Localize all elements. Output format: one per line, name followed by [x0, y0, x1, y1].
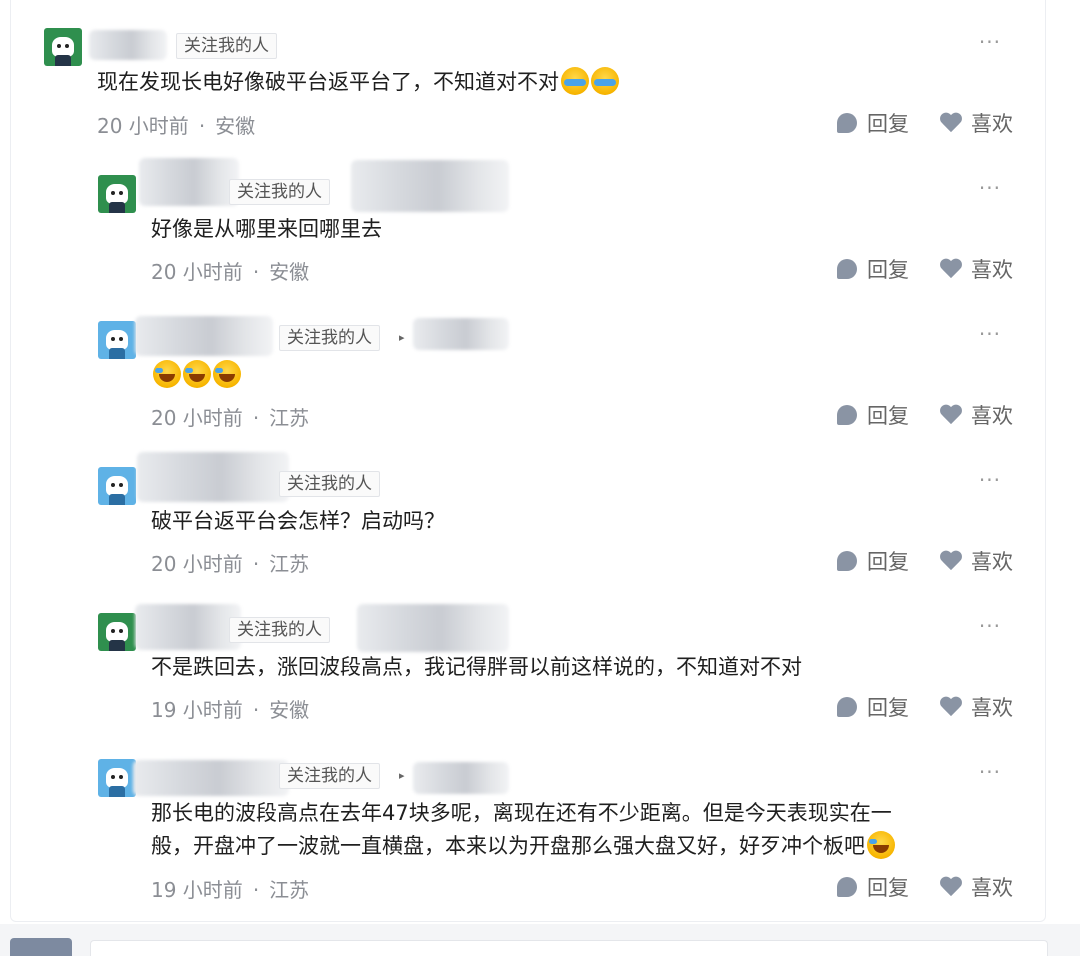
- like-button[interactable]: 喜欢: [939, 108, 1013, 138]
- tear-emoji: [591, 67, 619, 95]
- separator: ·: [252, 878, 260, 902]
- heart-icon: [939, 405, 963, 425]
- reply-button[interactable]: 回复: [837, 400, 909, 430]
- heart-icon: [939, 113, 963, 133]
- more-dots-icon[interactable]: ···: [979, 760, 1001, 784]
- separator: ·: [252, 552, 260, 576]
- like-button[interactable]: 喜欢: [939, 692, 1013, 722]
- follow-tag: 关注我的人: [229, 617, 330, 643]
- more-dots-icon[interactable]: ···: [979, 468, 1001, 492]
- comment-bubble-icon: [837, 405, 857, 425]
- avatar[interactable]: [98, 613, 136, 651]
- laugh-cry-emoji: [867, 831, 895, 859]
- location: 江苏: [269, 552, 310, 576]
- location: 安徽: [269, 260, 310, 284]
- location: 安徽: [215, 114, 256, 138]
- location: 江苏: [269, 406, 310, 430]
- comment-text: 破平台返平台会怎样？启动吗？: [151, 509, 445, 533]
- follow-tag: 关注我的人: [279, 763, 380, 789]
- comment-bubble-icon: [837, 877, 857, 897]
- comment-bubble-icon: [837, 551, 857, 571]
- comment-meta: 19 小时前 · 江苏: [151, 874, 309, 903]
- reply-target-redacted: [351, 160, 509, 212]
- reply-arrow-icon: ▸: [399, 331, 405, 344]
- reply-button[interactable]: 回复: [837, 108, 909, 138]
- comment-text: [151, 359, 241, 392]
- avatar[interactable]: [44, 28, 82, 66]
- comment-meta: 20 小时前 · 江苏: [151, 548, 309, 577]
- reply-button[interactable]: 回复: [837, 546, 909, 576]
- timestamp: 20 小时前: [151, 406, 243, 430]
- username-redacted: [135, 604, 241, 650]
- timestamp: 20 小时前: [151, 260, 243, 284]
- more-dots-icon[interactable]: ···: [979, 614, 1001, 638]
- username-redacted: [133, 760, 289, 796]
- timestamp: 19 小时前: [151, 878, 243, 902]
- reply-button[interactable]: 回复: [837, 692, 909, 722]
- like-button[interactable]: 喜欢: [939, 400, 1013, 430]
- avatar[interactable]: [98, 321, 136, 359]
- tear-emoji: [561, 67, 589, 95]
- like-button[interactable]: 喜欢: [939, 254, 1013, 284]
- reply-arrow-icon: ▸: [399, 769, 405, 782]
- comment-text-line2: 般，开盘冲了一波就一直横盘，本来以为开盘那么强大盘又好，好歹冲个板吧: [151, 830, 895, 863]
- heart-icon: [939, 697, 963, 717]
- more-dots-icon[interactable]: ···: [979, 30, 1001, 54]
- location: 安徽: [269, 698, 310, 722]
- more-dots-icon[interactable]: ···: [979, 176, 1001, 200]
- username-redacted: [139, 158, 239, 206]
- follow-tag: 关注我的人: [229, 179, 330, 205]
- comment-bubble-icon: [837, 259, 857, 279]
- comment-thread: 关注我的人 ··· 现在发现长电好像破平台返平台了，不知道对不对 20 小时前 ·…: [10, 0, 1046, 922]
- avatar[interactable]: [98, 759, 136, 797]
- avatar[interactable]: [98, 175, 136, 213]
- comment-bubble-icon: [837, 697, 857, 717]
- separator: ·: [252, 406, 260, 430]
- comment-meta: 20 小时前 · 江苏: [151, 402, 309, 431]
- reply-button[interactable]: 回复: [837, 872, 909, 902]
- comment-text: 好像是从哪里来回哪里去: [151, 217, 382, 241]
- reply-button[interactable]: 回复: [837, 254, 909, 284]
- username-redacted: [135, 316, 273, 356]
- reply-target-redacted: [357, 604, 509, 652]
- heart-icon: [939, 877, 963, 897]
- timestamp: 20 小时前: [97, 114, 189, 138]
- laugh-cry-emoji: [153, 360, 181, 388]
- comment-input[interactable]: [90, 940, 1048, 956]
- timestamp: 19 小时前: [151, 698, 243, 722]
- location: 江苏: [269, 878, 310, 902]
- comment-text: 不是跌回去，涨回波段高点，我记得胖哥以前这样说的，不知道对不对: [151, 655, 802, 679]
- comment-meta: 20 小时前 · 安徽: [151, 256, 309, 285]
- follow-tag: 关注我的人: [176, 33, 277, 59]
- laugh-cry-emoji: [183, 360, 211, 388]
- laugh-cry-emoji: [213, 360, 241, 388]
- comment-meta: 19 小时前 · 安徽: [151, 694, 309, 723]
- comment-text: 现在发现长电好像破平台返平台了，不知道对不对: [97, 66, 619, 99]
- more-dots-icon[interactable]: ···: [979, 322, 1001, 346]
- follow-tag: 关注我的人: [279, 471, 380, 497]
- reply-target-redacted: [413, 762, 509, 794]
- separator: ·: [252, 260, 260, 284]
- separator: ·: [198, 114, 206, 138]
- username-redacted: [137, 452, 289, 502]
- like-button[interactable]: 喜欢: [939, 546, 1013, 576]
- avatar[interactable]: [98, 467, 136, 505]
- like-button[interactable]: 喜欢: [939, 872, 1013, 902]
- heart-icon: [939, 551, 963, 571]
- comment-text-line1: 那长电的波段高点在去年47块多呢，离现在还有不少距离。但是今天表现实在一: [151, 801, 892, 825]
- follow-tag: 关注我的人: [279, 325, 380, 351]
- comment-meta: 20 小时前 · 安徽: [97, 110, 255, 139]
- timestamp: 20 小时前: [151, 552, 243, 576]
- avatar[interactable]: [10, 938, 72, 956]
- heart-icon: [939, 259, 963, 279]
- comment-bubble-icon: [837, 113, 857, 133]
- reply-target-redacted: [413, 318, 509, 350]
- username-redacted: [89, 30, 167, 60]
- separator: ·: [252, 698, 260, 722]
